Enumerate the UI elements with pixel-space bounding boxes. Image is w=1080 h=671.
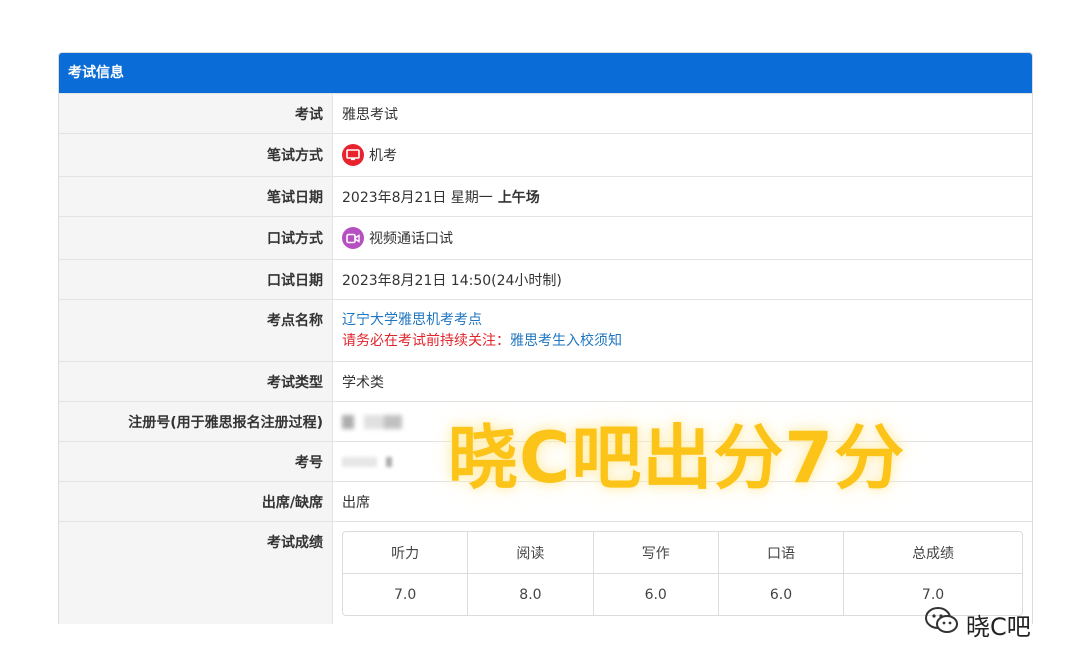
score-value: 6.0 — [719, 574, 845, 615]
row-label: 笔试日期 — [59, 177, 333, 216]
speaking-mode-text: 视频通话口试 — [369, 231, 453, 247]
session-text: 上午场 — [497, 189, 540, 206]
notice-link[interactable]: 雅思考生入校须知 — [510, 333, 622, 349]
row-value: 视频通话口试 — [333, 217, 1032, 259]
written-date-text: 2023年8月21日 星期一 — [342, 189, 493, 206]
row-venue: 考点名称 辽宁大学雅思机考考点 请务必在考试前持续关注：雅思考生入校须知 — [59, 299, 1032, 361]
exam-info-panel: 考试信息 考试 雅思考试 笔试方式 机考 笔试日期 2023年8月21日 星期一… — [58, 52, 1033, 624]
row-label: 考试成绩 — [59, 522, 333, 624]
row-written-date: 笔试日期 2023年8月21日 星期一 上午场 — [59, 176, 1032, 216]
row-speaking-date: 口试日期 2023年8月21日 14:50(24小时制) — [59, 259, 1032, 299]
row-label: 考号 — [59, 442, 333, 481]
monitor-icon — [342, 144, 364, 166]
redacted-value — [342, 456, 392, 467]
scores-header-row: 听力 阅读 写作 口语 总成绩 — [343, 532, 1022, 574]
venue-link[interactable]: 辽宁大学雅思机考考点 — [342, 310, 482, 331]
video-camera-icon — [342, 227, 364, 249]
row-exam-type: 考试类型 学术类 — [59, 361, 1032, 401]
overlay-caption: 晓C吧出分7分 — [448, 417, 906, 499]
row-value: 2023年8月21日 14:50(24小时制) — [342, 272, 562, 289]
score-header: 总成绩 — [844, 532, 1022, 574]
row-label: 考点名称 — [59, 300, 333, 361]
score-header: 写作 — [593, 532, 719, 574]
score-header: 听力 — [343, 532, 469, 574]
scores-table: 听力 阅读 写作 口语 总成绩 7.0 8.0 6.0 6.0 7.0 — [342, 531, 1023, 616]
score-value: 7.0 — [343, 574, 469, 615]
row-label: 考试 — [59, 94, 333, 133]
score-value: 6.0 — [594, 574, 719, 615]
row-label: 口试方式 — [59, 217, 333, 259]
row-value: 机考 — [333, 134, 1032, 176]
scores-value-row: 7.0 8.0 6.0 6.0 7.0 — [343, 574, 1022, 615]
row-written-mode: 笔试方式 机考 — [59, 133, 1032, 176]
row-label: 口试日期 — [59, 260, 333, 299]
row-value: 学术类 — [342, 374, 384, 391]
row-speaking-mode: 口试方式 视频通话口试 — [59, 216, 1032, 259]
row-scores: 考试成绩 听力 阅读 写作 口语 总成绩 7.0 8.0 6.0 6.0 7.0 — [59, 521, 1032, 624]
signature-text: 晓C吧 — [966, 612, 1031, 641]
row-value: 雅思考试 — [342, 106, 398, 123]
panel-title: 考试信息 — [59, 53, 1032, 93]
written-mode-text: 机考 — [369, 148, 397, 164]
row-value: 2023年8月21日 星期一 上午场 — [333, 177, 1032, 216]
row-label: 出席/缺席 — [59, 482, 333, 521]
row-value: 辽宁大学雅思机考考点 请务必在考试前持续关注：雅思考生入校须知 — [333, 300, 1032, 361]
wechat-icon — [924, 606, 960, 642]
row-label: 考试类型 — [59, 362, 333, 401]
row-label: 笔试方式 — [59, 134, 333, 176]
notice-text: 请务必在考试前持续关注： — [342, 333, 510, 349]
score-header: 阅读 — [468, 532, 594, 574]
score-header: 口语 — [718, 532, 845, 574]
redacted-value — [342, 414, 402, 429]
score-value: 8.0 — [468, 574, 594, 615]
row-exam: 考试 雅思考试 — [59, 93, 1032, 133]
row-label: 注册号(用于雅思报名注册过程) — [59, 402, 333, 441]
account-signature: 晓C吧 — [924, 606, 1031, 642]
